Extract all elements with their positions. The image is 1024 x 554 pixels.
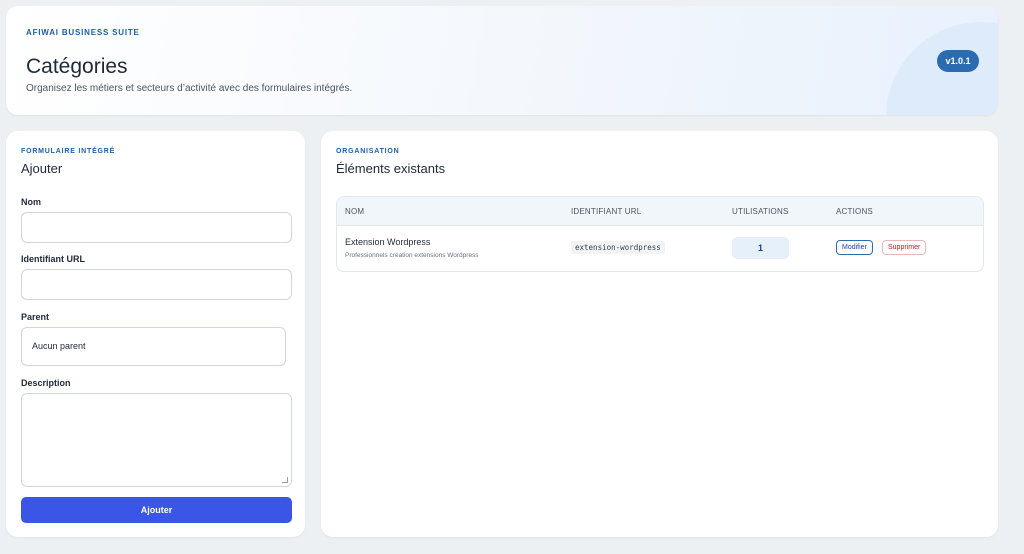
existing-items-card: ORGANISATION Éléments existants NOM IDEN… [321,131,998,537]
delete-button[interactable]: Supprimer [882,240,927,255]
parent-select[interactable]: Aucun parent [21,327,286,366]
categories-table: NOM IDENTIFIANT URL UTILISATIONS ACTIONS… [336,196,984,272]
list-eyebrow: ORGANISATION [336,148,400,155]
column-header-actions: ACTIONS [836,207,873,216]
row-name: Extension Wordpress [345,237,431,247]
column-header-slug: IDENTIFIANT URL [571,207,642,216]
page-title: Catégories [26,55,128,78]
version-badge: v1.0.1 [937,50,979,72]
parent-label: Parent [21,312,50,322]
resize-handle[interactable] [282,477,288,483]
form-eyebrow: FORMULAIRE INTÉGRÉ [21,148,116,155]
add-button[interactable]: Ajouter [21,497,292,523]
row-uses-badge: 1 [732,237,789,259]
description-textarea[interactable] [21,393,292,487]
edit-button[interactable]: Modifier [836,240,873,255]
column-header-uses: UTILISATIONS [732,207,789,216]
column-header-name: NOM [345,207,365,216]
parent-select-value: Aucun parent [32,341,86,351]
description-label: Description [21,378,71,388]
name-label: Nom [21,197,41,207]
app-name: AFIWAI BUSINESS SUITE [26,28,140,37]
row-slug: extension-wordpress [571,241,665,254]
add-form-card: FORMULAIRE INTÉGRÉ Ajouter Nom Identifia… [6,131,305,537]
name-input[interactable] [21,212,292,243]
form-title: Ajouter [21,161,63,176]
page-header: AFIWAI BUSINESS SUITE Catégories Organis… [6,6,998,115]
table-header: NOM IDENTIFIANT URL UTILISATIONS ACTIONS [337,197,983,226]
slug-label: Identifiant URL [21,254,85,264]
table-row: Extension Wordpress Professionnels créat… [337,226,983,271]
page-subtitle: Organisez les métiers et secteurs d’acti… [26,83,353,94]
slug-input[interactable] [21,269,292,300]
row-description: Professionnels création extensions Wordp… [345,252,479,259]
list-title: Éléments existants [336,161,446,176]
